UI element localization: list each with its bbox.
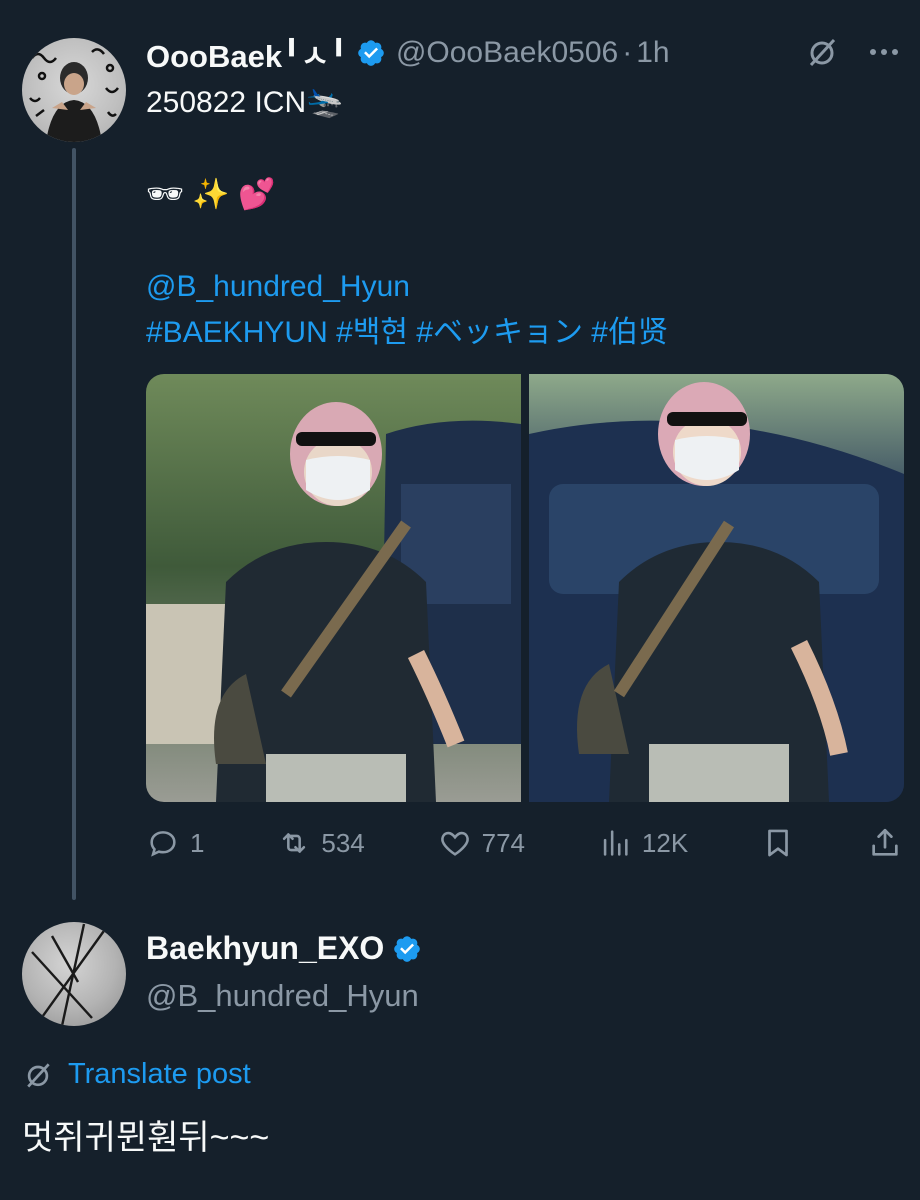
- author-display-name[interactable]: OooBaek╹ㅅ╹: [146, 31, 348, 76]
- media-photo-1[interactable]: [146, 374, 521, 802]
- hashtags[interactable]: #BAEKHYUN #백현 #ベッキョン #伯贤: [146, 310, 886, 356]
- post-actions: 1 534 774 12K: [146, 818, 902, 868]
- post-time[interactable]: 1h: [636, 36, 669, 70]
- grok-icon[interactable]: [804, 34, 840, 70]
- like-button[interactable]: 774: [438, 826, 525, 860]
- reply-author-handle[interactable]: @B_hundred_Hyun: [146, 978, 419, 1014]
- tweet-thread: OooBaek╹ㅅ╹ @OooBaek0506 · 1h 250822 ICN🛬…: [0, 0, 920, 1200]
- verified-badge-icon: [394, 935, 421, 962]
- repost-icon: [283, 833, 306, 853]
- media-photo-2[interactable]: [529, 374, 904, 802]
- post-header: OooBaek╹ㅅ╹ @OooBaek0506 · 1h: [146, 30, 670, 76]
- post-text-emojis: 🕶 ✨ 💕: [146, 178, 276, 211]
- bookmark-button[interactable]: [761, 826, 795, 860]
- post-top-actions: [804, 34, 902, 70]
- mention-link[interactable]: @B_hundred_Hyun: [146, 264, 886, 310]
- share-icon: [872, 828, 898, 856]
- reply-author-avatar[interactable]: [22, 922, 126, 1026]
- views-button[interactable]: 12K: [598, 826, 688, 860]
- repost-button[interactable]: 534: [277, 826, 365, 860]
- reply-author-name-row: Baekhyun_EXO: [146, 930, 422, 967]
- like-count: 774: [481, 827, 526, 858]
- more-icon[interactable]: [866, 34, 902, 70]
- repost-count: 534: [321, 827, 365, 858]
- share-button[interactable]: [868, 826, 902, 860]
- author-handle[interactable]: @OooBaek0506: [396, 36, 618, 70]
- reply-icon: [150, 831, 176, 857]
- translate-label: Translate post: [68, 1058, 251, 1090]
- verified-badge-icon: [358, 40, 384, 66]
- media-grid: [146, 374, 904, 802]
- reply-count: 1: [190, 827, 205, 858]
- thread-line: [72, 148, 76, 900]
- bookmark-icon: [768, 829, 788, 857]
- reply-author-display-name[interactable]: Baekhyun_EXO: [146, 930, 384, 967]
- views-count: 12K: [641, 827, 689, 858]
- separator-dot: ·: [622, 36, 633, 69]
- post-body: 250822 ICN🛬 🕶 ✨ 💕 @B_hundred_Hyun #BAEKH…: [146, 80, 886, 356]
- reply-button[interactable]: 1: [146, 826, 204, 860]
- like-icon: [440, 831, 469, 856]
- author-avatar[interactable]: [22, 38, 126, 142]
- reply-text: 멋쥐귀뮌훤뒤~~~: [22, 1119, 270, 1157]
- translate-post-button[interactable]: Translate post: [22, 1058, 251, 1091]
- views-icon: [603, 830, 628, 856]
- translate-icon: [27, 1062, 50, 1087]
- post-text-line-1: 250822 ICN🛬: [146, 86, 344, 119]
